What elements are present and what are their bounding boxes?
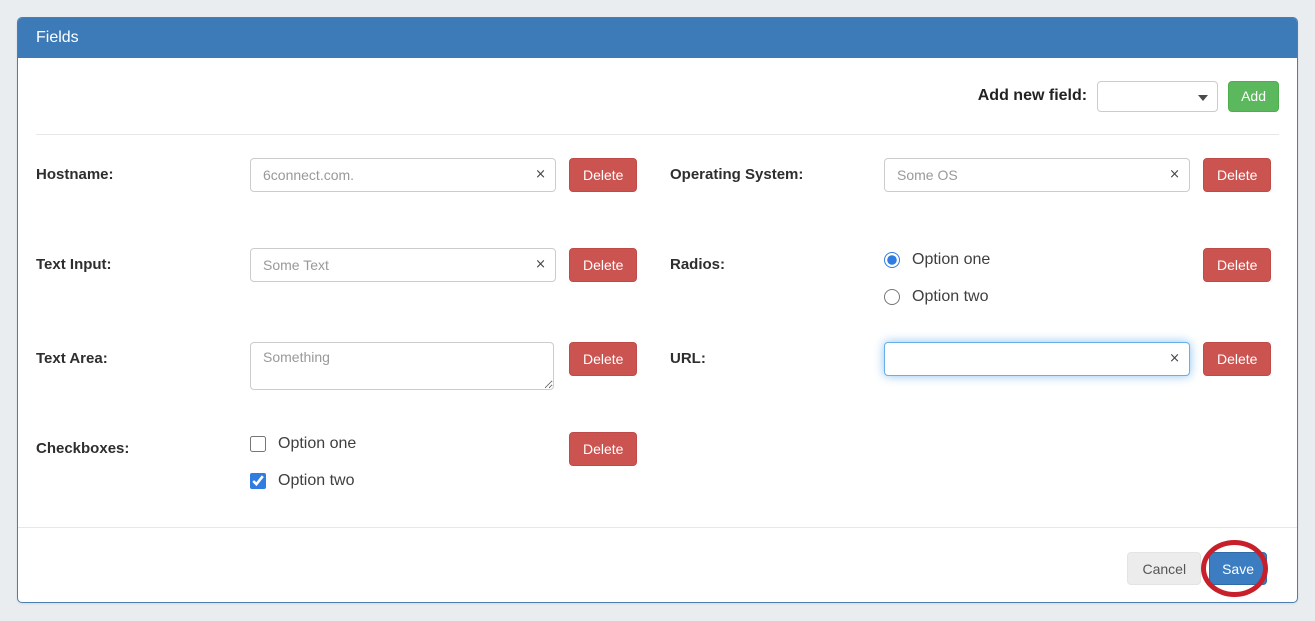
checkbox-two-label: Option two [278,472,354,490]
text-input-label: Text Input: [36,248,250,273]
hostname-row: Hostname: × Delete [36,158,645,248]
panel-header: Fields [18,18,1297,58]
radios-row: Radios: Option one Option two Delete [670,248,1279,342]
checkbox-option-two[interactable]: Option two [250,472,556,490]
text-area-label: Text Area: [36,342,250,367]
checkboxes-label: Checkboxes: [36,432,250,457]
clear-icon[interactable]: × [1169,351,1180,367]
panel-body: Add new field: Add Hostname: × Delete [18,58,1297,527]
radio-one-label: Option one [912,251,990,269]
url-delete-button[interactable]: Delete [1203,342,1271,376]
hostname-delete-button[interactable]: Delete [569,158,637,192]
hostname-label: Hostname: [36,158,250,183]
radio-option-one[interactable]: Option one [884,251,1190,269]
save-button-wrapper: Save [1209,552,1267,585]
clear-icon[interactable]: × [535,257,546,273]
add-button[interactable]: Add [1228,81,1279,112]
hostname-control: × [250,158,556,192]
radio-two-input[interactable] [884,289,900,305]
clear-icon[interactable]: × [1169,167,1180,183]
radio-one-input[interactable] [884,252,900,268]
operating-system-delete-button[interactable]: Delete [1203,158,1271,192]
checkbox-two-input[interactable] [250,473,266,489]
text-area-field[interactable]: Something [250,342,554,390]
save-button[interactable]: Save [1209,552,1267,585]
left-column: Hostname: × Delete Text Input: × Delete [36,158,645,522]
cancel-button[interactable]: Cancel [1127,552,1201,585]
radio-two-label: Option two [912,288,988,306]
radios-delete-button[interactable]: Delete [1203,248,1271,282]
add-new-field-row: Add new field: Add [36,58,1279,134]
fields-panel: Fields Add new field: Add Hostname: × [17,17,1298,603]
operating-system-label: Operating System: [670,158,884,183]
add-new-field-label: Add new field: [978,87,1087,105]
right-column: Operating System: × Delete Radios: Optio… [670,158,1279,522]
hostname-input[interactable] [250,158,556,192]
text-area-row: Text Area: Something Delete [36,342,645,432]
operating-system-control: × [884,158,1190,192]
radio-group: Option one Option two [884,248,1190,325]
checkbox-one-label: Option one [278,435,356,453]
text-input-row: Text Input: × Delete [36,248,645,342]
url-control: × [884,342,1190,376]
operating-system-input[interactable] [884,158,1190,192]
text-input-field[interactable] [250,248,556,282]
text-area-control: Something [250,342,556,395]
panel-title: Fields [36,29,79,47]
chevron-down-icon [1198,95,1208,101]
operating-system-row: Operating System: × Delete [670,158,1279,248]
checkboxes-row: Checkboxes: Option one Option two Delete [36,432,645,522]
radios-label: Radios: [670,248,884,273]
checkboxes-delete-button[interactable]: Delete [569,432,637,466]
url-row: URL: × Delete [670,342,1279,432]
text-input-control: × [250,248,556,282]
checkbox-option-one[interactable]: Option one [250,435,556,453]
checkbox-one-input[interactable] [250,436,266,452]
radio-option-two[interactable]: Option two [884,288,1190,306]
add-field-select[interactable] [1097,81,1218,112]
clear-icon[interactable]: × [535,167,546,183]
panel-footer: Cancel Save [18,527,1297,602]
text-input-delete-button[interactable]: Delete [569,248,637,282]
fields-grid: Hostname: × Delete Text Input: × Delete [36,135,1279,522]
url-input[interactable] [884,342,1190,376]
url-label: URL: [670,342,884,367]
checkbox-group: Option one Option two [250,432,556,509]
text-area-delete-button[interactable]: Delete [569,342,637,376]
